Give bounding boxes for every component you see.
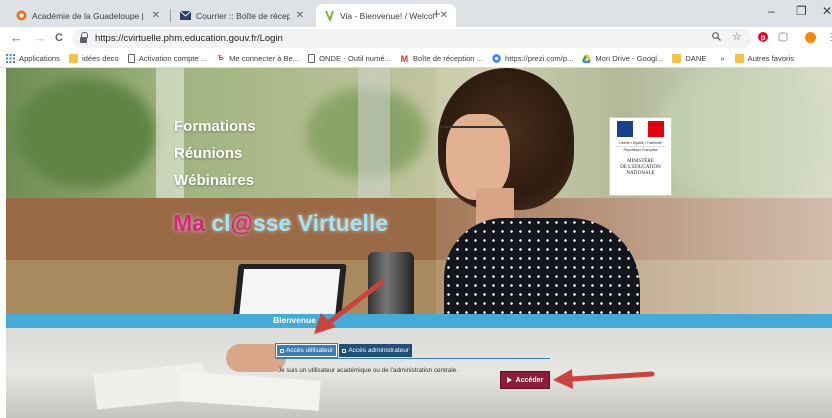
play-icon [506,377,512,383]
logo-ministry-name: MINISTÈRE DE L'ÉDUCATION NATIONALE [620,159,660,177]
be-icon: Ѣ [217,55,224,62]
bookmark-me-connecter[interactable]: Ѣ Me connecter à Be... [216,54,300,63]
access-tabs: Accès utilisateur Accès administrateur [274,343,414,358]
page-icon [127,54,135,63]
bookmark-label: DANE [685,54,707,63]
hero-line-reunions: Réunions [174,145,243,162]
logo-republic: République Française [623,148,658,152]
drive-icon [582,54,592,63]
zoom-icon[interactable] [712,32,721,44]
woman-polka-dot-top [444,218,640,314]
tab-title: Via - Bienvenue! / Welcome! [340,10,434,21]
bookmark-mon-drive[interactable]: Mon Drive - Googl... [582,54,663,63]
background-foliage [16,78,156,188]
hero-banner-image [6,68,832,314]
pinterest-extension-icon[interactable]: p [758,32,768,45]
tab-divider [170,9,171,22]
window-close-button[interactable]: ✕ [822,4,832,18]
bookmarks-overflow-chevron[interactable]: » [720,54,724,63]
brand-ma: Ma [173,210,205,236]
page-viewport: Formations Réunions Wébinaires Ma cl@sse… [0,68,832,418]
hero-line-formations: Formations [174,118,256,135]
bookmark-autres-favoris[interactable]: Autres favoris [734,54,795,63]
tab-acces-administrateur[interactable]: Accès administrateur [339,344,413,357]
bookmark-label: Activation compte ... [138,54,208,63]
laptop-illustration [233,264,347,314]
maximize-button[interactable]: ❐ [796,4,807,18]
folder-icon [734,54,744,63]
bookmark-label: Autres favoris [747,54,795,63]
browser-tab-bar: Académie de la Guadeloupe | ac ✕ Courrie… [0,0,832,27]
reload-button[interactable]: C [55,32,63,44]
tab-title: Courrier :: Boîte de réception [196,10,290,21]
extension-icon[interactable] [778,32,788,45]
lock-icon [80,31,88,43]
page-icon [308,54,316,63]
bookmark-dane[interactable]: DANE [672,54,706,63]
svg-text:p: p [761,33,766,42]
bookmark-applications[interactable]: Applications [6,54,60,63]
minimize-button[interactable]: – [768,4,775,18]
bookmark-label: Me connecter à Be... [229,54,300,63]
admin-tab-icon [342,348,347,353]
brand-title: Ma cl@sse Virtuelle [173,210,388,237]
tab-label: Accès administrateur [348,347,410,354]
bookmark-onde[interactable]: ONDE - Outil numé... [308,54,391,63]
bookmark-label: Applications [19,54,60,63]
tab-acces-utilisateur[interactable]: Accès utilisateur [274,343,339,358]
logo-name-line: NATIONALE [626,171,655,176]
brand-at: @ [230,210,253,236]
tab-label: Accès utilisateur [286,347,334,354]
hero-line-webinaires: Wébinaires [174,172,255,189]
forward-button[interactable]: → [33,30,46,45]
folder-icon [68,54,78,63]
bookmark-label: https://prezi.com/p... [504,54,574,63]
address-bar[interactable]: https://cvirtuelle.phm.education.gouv.fr… [72,29,752,48]
glasses [440,126,510,144]
url-text: https://cvirtuelle.phm.education.gouv.fr… [95,33,283,44]
mail-favicon [180,10,191,21]
new-tab-button[interactable]: + [432,6,441,23]
gmail-icon: M [400,53,409,64]
brand-rest: sse Virtuelle [252,210,389,236]
back-button[interactable]: ← [10,30,23,45]
browser-toolbar: ← → C https://cvirtuelle.phm.education.g… [0,27,832,50]
brand-cl: cl [204,210,231,236]
thermos-illustration [368,252,414,314]
marianne-flag-icon [617,121,665,137]
button-label: Accéder [515,376,544,384]
tabs-underline [276,358,550,359]
bookmark-label: idées deco [81,54,119,63]
hero-tagline: Formations Réunions Wébinaires [174,118,256,199]
acceder-button[interactable]: Accéder [500,371,550,389]
bookmark-idees-deco[interactable]: idées deco [68,54,119,63]
bookmarks-bar: Applications idées deco Activation compt… [0,50,832,68]
logo-motto: Liberté • Égalité • Fraternité [615,141,666,147]
prezi-icon [492,54,501,63]
folder-icon [672,54,682,63]
bookmark-prezi[interactable]: https://prezi.com/p... [492,54,573,63]
tab-title: Académie de la Guadeloupe | ac [32,10,146,21]
academie-favicon [16,10,27,21]
bookmark-label: Boîte de réception ... [412,54,483,63]
bookmark-label: Mon Drive - Googl... [595,54,664,63]
close-icon[interactable]: ✕ [296,10,304,21]
welcome-bar [6,314,832,328]
menu-icon[interactable]: ⋮ [826,32,832,43]
via-favicon [324,10,335,21]
browser-tab-academie[interactable]: Académie de la Guadeloupe | ac ✕ [8,4,168,27]
apps-grid-icon [6,54,15,63]
login-info-text: Je suis un utilisateur académique ou de … [278,367,459,374]
ministry-logo: Liberté • Égalité • Fraternité Républiqu… [609,117,672,196]
bookmark-boite-reception[interactable]: M Boîte de réception ... [400,53,483,64]
bookmark-label: ONDE - Outil numé... [319,54,391,63]
close-icon[interactable]: ✕ [152,10,160,21]
profile-avatar[interactable] [805,32,816,46]
user-tab-icon [280,348,284,353]
bookmark-activation-compte[interactable]: Activation compte ... [127,54,208,63]
browser-tab-courrier[interactable]: Courrier :: Boîte de réception ✕ [172,4,312,27]
bookmark-star-icon[interactable]: ☆ [732,30,742,43]
welcome-heading: Bienvenue [273,315,316,325]
